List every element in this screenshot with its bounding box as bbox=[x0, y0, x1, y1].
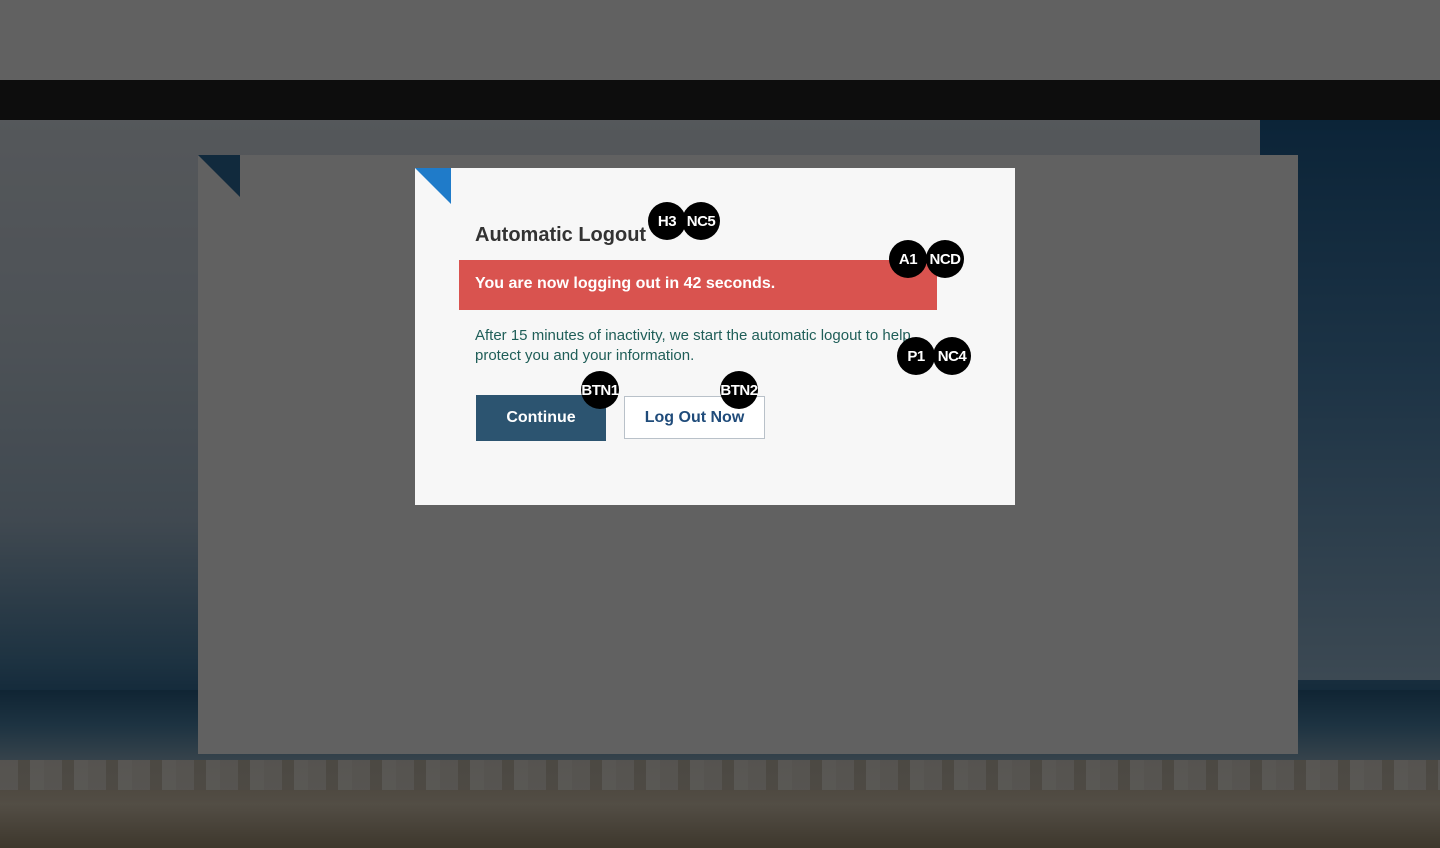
badge-text-nc: NC4 bbox=[933, 337, 971, 375]
dialog-corner-accent bbox=[415, 168, 451, 204]
badge-continue-tag: BTN1 bbox=[581, 371, 619, 409]
badge-text-tag: P1 bbox=[897, 337, 935, 375]
badge-title-nc: NC5 bbox=[682, 202, 720, 240]
badge-alert-nc: NCD bbox=[926, 240, 964, 278]
logout-countdown-alert: You are now logging out in 42 seconds. bbox=[459, 260, 937, 310]
dialog-message: After 15 minutes of inactivity, we start… bbox=[475, 327, 911, 364]
badge-logout-tag: BTN2 bbox=[720, 371, 758, 409]
badge-alert-tag: A1 bbox=[889, 240, 927, 278]
badge-title-tag: H3 bbox=[648, 202, 686, 240]
dialog-title: Automatic Logout bbox=[475, 224, 647, 246]
